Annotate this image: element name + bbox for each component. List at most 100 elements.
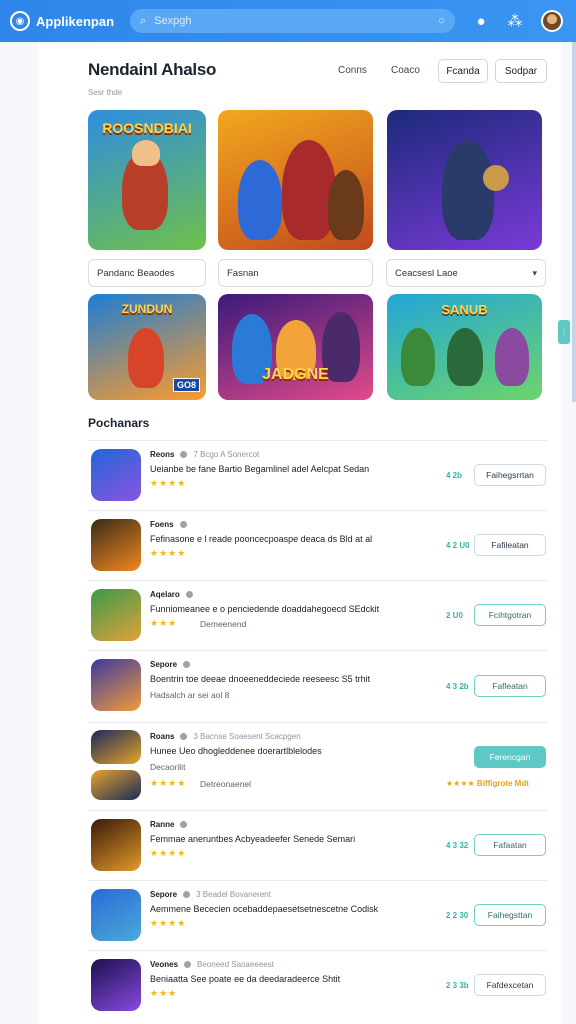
row-action-button[interactable]: Fafaatan (474, 834, 546, 856)
row-action-button[interactable]: Ferencgan (474, 746, 546, 768)
character-figure (282, 140, 336, 240)
brand[interactable]: ◉ Applikenpan (10, 11, 120, 31)
scrollbar[interactable] (572, 42, 576, 402)
featured-caption: SANUB (441, 302, 488, 317)
featured-card-4[interactable]: JADGNE (218, 294, 373, 400)
header-button-0[interactable]: Fcanda (438, 59, 488, 83)
row-description: Beniaatta See poate ee da deedaradeerce … (150, 974, 341, 984)
row-title: Sepore (150, 660, 196, 669)
page-subtitle: Sesr thde (88, 88, 123, 97)
row-stat: 2 3 3b (446, 981, 469, 990)
row-meta: 7 Bcgo A Sonercot (193, 450, 260, 459)
list-item[interactable]: Foens Fefinasone e l reade pooncecpoaspe … (88, 510, 548, 580)
mic-icon[interactable]: ○ (438, 15, 445, 27)
header-button-1[interactable]: Sodpar (495, 59, 547, 83)
search-bar[interactable]: ⌕ ○ (130, 9, 455, 33)
grid-icon[interactable]: ⁂ (507, 13, 523, 30)
side-tab[interactable]: ⋮ (558, 320, 570, 344)
game-thumbnail[interactable] (91, 959, 141, 1011)
section-title: Pochanars (88, 416, 150, 430)
game-thumbnail[interactable] (91, 519, 141, 571)
featured-card-0[interactable]: ROOSNDBIAI (88, 110, 206, 250)
star-rating: ★★★★ (150, 548, 187, 558)
featured-caption: ROOSNDBIAI (102, 120, 192, 136)
info-icon (183, 891, 191, 898)
row-action-button[interactable]: Faihegsrrtan (474, 464, 546, 486)
row-subtext: Hadsalch ar sei aol 8 (150, 690, 230, 700)
row-title: Aqelaro (150, 590, 199, 599)
featured-card-2[interactable] (387, 110, 542, 250)
game-thumbnail[interactable] (91, 449, 141, 501)
info-icon (180, 733, 188, 740)
character-figure (447, 328, 483, 386)
row-description: Aemmene Bececien ocebaddepaesetsetnescet… (150, 904, 379, 914)
filter-dropdown-2[interactable]: Ceacsesl Laoe ▾ (386, 259, 546, 287)
row-subtext: Detreonaenel (200, 779, 252, 789)
row-stat: 4 2 U0 (446, 541, 470, 550)
row-description: Boentrin toe deeae dnoeeneddeciede reese… (150, 674, 371, 684)
search-icon: ⌕ (140, 14, 147, 27)
game-thumbnail[interactable] (91, 589, 141, 641)
list-item[interactable]: Ranne Femmae aneruntbes Acbyeadeefer Sene… (88, 810, 548, 880)
avatar[interactable] (541, 10, 563, 32)
search-icon[interactable]: ● (473, 13, 489, 30)
row-meta: 3 Bacnse Soaesent Scacpgen (193, 732, 301, 741)
row-name: Foens (150, 520, 174, 529)
row-subtext: Decaorilit (150, 762, 186, 772)
header-link-0[interactable]: Conns (338, 65, 367, 76)
row-action-button[interactable]: Faihegsttan (474, 904, 546, 926)
star-rating: ★★★★ (150, 918, 187, 928)
list-item[interactable]: Reons 7 Bcgo A Sonercot Ueianbe be fane Ba… (88, 440, 548, 510)
featured-card-1[interactable] (218, 110, 373, 250)
row-title: Sepore 3 Beadel Bovanerent (150, 890, 271, 899)
row-action-button[interactable]: Fcihtgotran (474, 604, 546, 626)
featured-card-3[interactable]: ZUNDUN GO8 (88, 294, 206, 400)
star-rating: ★★★★ (150, 478, 187, 488)
brand-logo-icon: ◉ (10, 11, 30, 31)
game-thumbnail[interactable] (91, 730, 141, 764)
game-thumbnail[interactable] (91, 770, 141, 800)
row-title: Veones Beoneed Saoaeeeest (150, 960, 274, 969)
row-stat: 4 3 2b (446, 682, 469, 691)
row-action-button[interactable]: Fafdexcetan (474, 974, 546, 996)
row-name: Roans (150, 732, 175, 741)
row-meta: Beoneed Saoaeeeest (197, 960, 274, 969)
info-icon (180, 821, 188, 828)
search-input[interactable] (154, 15, 431, 27)
row-action-button[interactable]: Fafileatan (474, 534, 546, 556)
game-thumbnail[interactable] (91, 659, 141, 711)
row-description: Ueianbe be fane Bartio Begamlinel adel A… (150, 464, 370, 474)
list-item[interactable]: Roans 3 Bacnse Soaesent Scacpgen Hunee Ueo… (88, 722, 548, 810)
row-name: Veones (150, 960, 179, 969)
info-icon (185, 591, 193, 598)
row-meta: 3 Beadel Bovanerent (196, 890, 271, 899)
star-rating: ★★★★ (150, 848, 187, 858)
game-thumbnail[interactable] (91, 889, 141, 941)
row-title: Reons 7 Bcgo A Sonercot (150, 450, 259, 459)
list-item[interactable]: Veones Beoneed Saoaeeeest Beniaatta See po… (88, 950, 548, 1020)
star-rating: ★★★★ (150, 778, 187, 788)
info-icon (180, 451, 188, 458)
character-figure (495, 328, 529, 386)
game-thumbnail[interactable] (91, 819, 141, 871)
character-figure (128, 328, 164, 388)
row-stat: 2 U0 (446, 611, 463, 620)
row-name: Reons (150, 450, 175, 459)
header-link-1[interactable]: Coaco (391, 65, 420, 76)
list-item[interactable]: Aqelaro Funniomeanee e o penciedende doad… (88, 580, 548, 650)
row-description: Funniomeanee e o penciedende doaddahegoe… (150, 604, 380, 614)
list-item[interactable]: Sepore 3 Beadel Bovanerent Aemmene Bececie… (88, 880, 548, 950)
filter-dropdown-0[interactable]: Pandanc Beaodes (88, 259, 206, 287)
row-name: Ranne (150, 820, 175, 829)
character-figure (328, 170, 364, 240)
row-description: Hunee Ueo dhogleddenee doerartlblelodes (150, 746, 322, 756)
star-rating: ★★★ (150, 618, 178, 628)
featured-badge: GO8 (172, 378, 200, 392)
filter-dropdown-1[interactable]: Fasnan (218, 259, 373, 287)
row-stat: 2 2 30 (446, 911, 469, 920)
row-action-button[interactable]: Fafleatan (474, 675, 546, 697)
featured-card-5[interactable]: SANUB (387, 294, 542, 400)
list-item[interactable]: Sepore Boentrin toe deeae dnoeeneddeciede… (88, 650, 548, 722)
info-icon (183, 661, 191, 668)
info-icon (184, 961, 192, 968)
